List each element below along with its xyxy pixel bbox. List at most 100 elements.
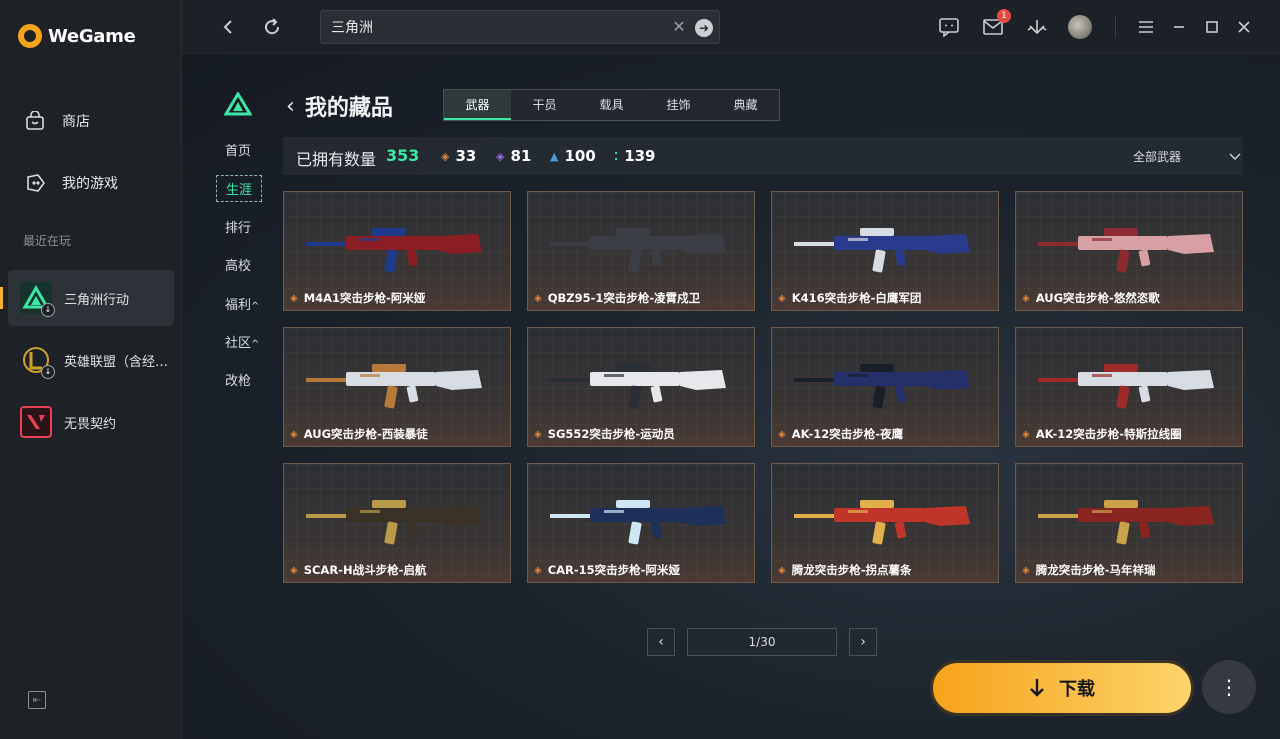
- gamepad-icon: [24, 172, 46, 194]
- weapon-card[interactable]: ◈ SCAR-H战斗步枪-启航: [283, 463, 511, 583]
- recent-game-label: 无畏契约: [64, 416, 117, 432]
- tab-weapons[interactable]: 武器: [444, 90, 511, 120]
- subnav-ranking[interactable]: 排行: [216, 214, 260, 239]
- menu-icon[interactable]: [1134, 15, 1158, 39]
- weapon-card[interactable]: ◈ 腾龙突击步枪-马年祥瑞: [1015, 463, 1243, 583]
- weapon-image: [550, 364, 726, 409]
- chat-icon[interactable]: [937, 15, 961, 39]
- tab-vehicles[interactable]: 载具: [578, 90, 645, 120]
- rarity-stat-orange: ◈ 33: [441, 147, 476, 165]
- weapon-card[interactable]: ◈ K416突击步枪-白鹰军团: [771, 191, 999, 311]
- search-go-icon[interactable]: ➜: [695, 19, 713, 37]
- rarity-diamond-icon: ◈: [290, 292, 298, 304]
- weapon-name: M4A1突击步枪-阿米娅: [303, 291, 426, 305]
- search-input[interactable]: [331, 17, 651, 37]
- search-box: ✕ ➜: [320, 10, 720, 44]
- rarity-stat-blue: ▲ 100: [550, 147, 596, 165]
- recent-game-label: 三角洲行动: [64, 292, 130, 308]
- rarity-diamond-icon: ◈: [1022, 292, 1030, 304]
- nav-store-label: 商店: [62, 114, 90, 130]
- rarity-diamond-icon: ◈: [778, 428, 786, 440]
- rarity-diamond-icon: ◈: [496, 149, 505, 163]
- top-bar: ✕ ➜ 1: [182, 0, 1280, 54]
- prev-page-button[interactable]: ‹: [647, 628, 675, 656]
- nav-my-games-label: 我的游戏: [62, 176, 118, 192]
- subnav-home[interactable]: 首页: [216, 137, 260, 162]
- weapon-image: [794, 228, 970, 273]
- chevron-down-icon: [1229, 152, 1241, 160]
- weapon-card[interactable]: ◈ CAR-15突击步枪-阿米娅: [527, 463, 755, 583]
- weapon-name: K416突击步枪-白鹰军团: [791, 291, 922, 305]
- user-avatar[interactable]: [1068, 15, 1092, 39]
- weapon-card-label: ◈ AK-12突击步枪-特斯拉线圈: [1022, 426, 1182, 442]
- close-icon[interactable]: [1232, 15, 1256, 39]
- subnav-college[interactable]: 高校: [216, 252, 260, 277]
- weapon-card[interactable]: ◈ AK-12突击步枪-特斯拉线圈: [1015, 327, 1243, 447]
- weapon-card[interactable]: ◈ AUG突击步枪-西装暴徒: [283, 327, 511, 447]
- weapon-card[interactable]: ◈ SG552突击步枪-运动员: [527, 327, 755, 447]
- recent-game-delta-force[interactable]: ↓ 三角洲行动: [8, 270, 174, 326]
- next-page-button[interactable]: ›: [849, 628, 877, 656]
- back-icon[interactable]: [216, 15, 240, 39]
- rarity-diamond-icon: ◈: [441, 149, 450, 163]
- rarity-dots-icon: ⁚: [614, 149, 619, 163]
- weapon-card[interactable]: ◈ 腾龙突击步枪-拐点薯条: [771, 463, 999, 583]
- tab-operators[interactable]: 干员: [511, 90, 578, 120]
- back-chevron-icon[interactable]: ‹: [286, 94, 295, 119]
- weapon-card[interactable]: ◈ AUG突击步枪-悠然恣歌: [1015, 191, 1243, 311]
- recent-game-valorant[interactable]: 无畏契约: [8, 394, 174, 450]
- download-button[interactable]: 下载: [930, 660, 1194, 716]
- weapon-image: [794, 500, 970, 545]
- category-tabs: 武器 干员 载具 挂饰 典藏: [443, 89, 780, 121]
- weapon-card-label: ◈ 腾龙突击步枪-拐点薯条: [778, 562, 911, 578]
- tab-collection[interactable]: 典藏: [712, 90, 779, 120]
- weapon-card-label: ◈ K416突击步枪-白鹰军团: [778, 290, 921, 306]
- download-label: 下载: [1059, 679, 1095, 700]
- rarity-count: 33: [455, 147, 477, 165]
- clear-search-icon[interactable]: ✕: [669, 17, 689, 37]
- download-manager-icon[interactable]: [1025, 15, 1049, 39]
- subnav-community-label: 社区: [225, 336, 252, 351]
- weapon-card[interactable]: ◈ M4A1突击步枪-阿米娅: [283, 191, 511, 311]
- subnav-community[interactable]: 社区^: [216, 329, 268, 354]
- nav-store[interactable]: 商店: [24, 110, 90, 132]
- tab-charms[interactable]: 挂饰: [645, 90, 712, 120]
- wegame-logo-icon: [18, 24, 42, 48]
- weapon-image: [306, 228, 482, 273]
- delta-force-logo-icon[interactable]: [223, 91, 253, 116]
- valorant-icon: [20, 406, 52, 438]
- rarity-diamond-icon: ◈: [778, 564, 786, 576]
- mail-icon[interactable]: 1: [981, 9, 1011, 39]
- download-badge-icon: ↓: [41, 303, 55, 317]
- weapon-card-label: ◈ M4A1突击步枪-阿米娅: [290, 290, 425, 306]
- subnav-welfare[interactable]: 福利^: [216, 291, 268, 316]
- rarity-count: 139: [624, 147, 656, 165]
- league-of-legends-icon: ↓: [20, 344, 55, 379]
- weapon-card[interactable]: ◈ QBZ95-1突击步枪-凌霄戍卫: [527, 191, 755, 311]
- rarity-diamond-icon: ◈: [290, 564, 298, 576]
- weapon-card-label: ◈ SG552突击步枪-运动员: [534, 426, 675, 442]
- filter-label: 全部武器: [1133, 150, 1182, 164]
- recent-game-lol[interactable]: ↓ 英雄联盟（含经…: [8, 332, 174, 388]
- minimize-icon[interactable]: [1167, 15, 1191, 39]
- main-content: 首页 生涯 排行 高校 福利^ 社区^ 改枪 ‹ 我的藏品 武器 干员 载具 挂…: [182, 54, 1280, 739]
- rarity-diamond-icon: ◈: [290, 428, 298, 440]
- weapon-filter-select[interactable]: 全部武器: [1133, 148, 1241, 165]
- nav-my-games[interactable]: 我的游戏: [24, 172, 118, 194]
- rarity-diamond-icon: ◈: [1022, 564, 1030, 576]
- subnav-career[interactable]: 生涯: [216, 175, 263, 202]
- refresh-icon[interactable]: [260, 15, 284, 39]
- weapon-card[interactable]: ◈ AK-12突击步枪-夜鹰: [771, 327, 999, 447]
- maximize-icon[interactable]: [1200, 15, 1224, 39]
- subnav-gunsmith[interactable]: 改枪: [216, 367, 260, 392]
- weapon-card-label: ◈ AK-12突击步枪-夜鹰: [778, 426, 903, 442]
- owned-label: 已拥有数量: [296, 150, 377, 169]
- weapon-image: [1038, 364, 1214, 409]
- page-indicator: 1/30: [687, 628, 837, 656]
- weapon-card-label: ◈ AUG突击步枪-西装暴徒: [290, 426, 428, 442]
- stats-bar: 已拥有数量 353 ◈ 33 ◈ 81 ▲ 100 ⁚ 139 全部武器: [283, 137, 1243, 175]
- weapon-image: [1038, 228, 1214, 273]
- collapse-sidebar-icon[interactable]: ⇤: [28, 691, 46, 709]
- more-options-button[interactable]: ⋮: [1202, 660, 1256, 714]
- wegame-logo[interactable]: WeGame: [18, 24, 136, 48]
